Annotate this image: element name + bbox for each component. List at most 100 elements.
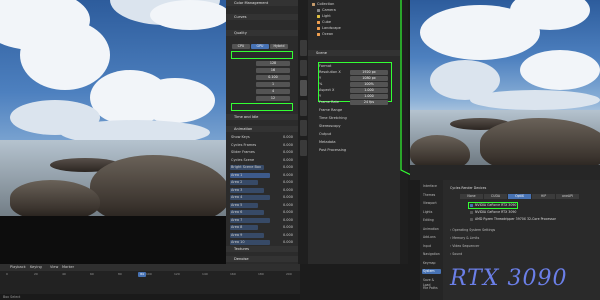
device-tab-none[interactable]: None [460,194,483,199]
viewport-left[interactable] [0,0,226,264]
frame-ruler[interactable]: 0 20 40 60 80 100 120 140 160 180 200 [0,272,300,278]
props-row[interactable]: Time Stretching [318,116,396,121]
anim-list-item[interactable]: Area 6 0.000 [230,210,294,215]
system-section[interactable]: › Video Sequencer [450,244,479,248]
render-tab-gpu[interactable]: GPU [251,44,269,49]
props-row[interactable]: Output [318,132,396,137]
props-list[interactable]: Format Resolution X 1920 px Y 1080 px% 100% As… [318,64,396,254]
anim-list-item[interactable]: Cycles Scene 0.000 [230,158,294,163]
properties-tab-strip[interactable] [298,0,308,264]
outliner-item[interactable]: Collection [312,2,396,7]
device-tab-oneapi[interactable]: oneAPI [556,194,579,199]
pref-nav-keymap[interactable]: Keymap [422,261,441,266]
device-tab-cuda[interactable]: CUDA [484,194,507,199]
anim-list-item[interactable]: Cycles Frames 0.000 [230,143,294,148]
properties-tab-strip[interactable] [400,0,408,264]
props-row[interactable]: Format [318,64,396,69]
anim-list-item[interactable]: Area 4 0.000 [230,195,294,200]
anim-list-item[interactable]: Slider Frames 0.000 [230,150,294,155]
tab-world[interactable] [299,120,307,136]
sample-field[interactable]: 16 [256,68,290,73]
sample-field[interactable]: 128 [256,61,290,66]
preferences-sidebar[interactable]: Interface Themes Viewport Lights Editing Anim… [420,180,443,300]
section-header[interactable]: Quality [226,30,298,36]
props-value-field[interactable]: 1.000 [350,88,388,93]
pref-nav-editing[interactable]: Editing [422,218,441,223]
pref-nav-file-paths[interactable]: File Paths [422,286,441,291]
anim-list-item[interactable]: Area 1 0.000 [230,173,294,178]
props-row[interactable]: Frame Range [318,108,396,113]
anim-list-item[interactable]: Area 3 0.000 [230,188,294,193]
timeline[interactable]: Playback Keying View Marker 0 20 40 60 80 100… [0,264,300,300]
tab-view-layer[interactable] [299,80,307,96]
render-tab-hybrid[interactable]: Hybrid [270,44,288,49]
tab-scene[interactable] [299,100,307,116]
outliner-item[interactable]: Landscape [317,26,396,31]
pref-nav-themes[interactable]: Themes [422,193,441,198]
section-header[interactable]: Textures [226,246,298,252]
pref-nav-animation[interactable]: Animation [422,227,441,232]
outliner-item[interactable]: Cube [317,20,396,25]
section-header[interactable]: Time and Idle [226,114,298,120]
outliner-list[interactable]: Collection Camera Light Cube Landscape Ocean [312,2,398,38]
device-tab-hip[interactable]: HIP [532,194,555,199]
animation-list[interactable]: Show Keys 0.000 Cycles Frames 0.000 Slider F… [230,135,294,255]
outliner-item[interactable]: Ocean [317,32,396,37]
pref-nav-navigation[interactable]: Navigation [422,252,441,257]
props-row[interactable]: Stereoscopy [318,124,396,129]
pref-nav-add-ons[interactable]: Add-ons [422,235,441,240]
current-frame-indicator[interactable]: 84 [138,272,146,277]
section-header[interactable]: Curves [226,14,298,20]
props-value-field[interactable]: 1.000 [350,94,388,99]
scene-properties[interactable]: Scene Format Resolution X 1920 px Y 1080 px%… [308,40,400,264]
system-section[interactable]: › Operating System Settings [450,228,495,232]
props-value-field[interactable]: 1920 px [350,70,388,75]
pref-nav-input[interactable]: Input [422,244,441,249]
pref-nav-viewport[interactable]: Viewport [422,201,441,206]
section-header[interactable]: Color Management [226,0,298,6]
outliner-item[interactable]: Camera [317,8,396,13]
anim-list-item[interactable]: Area 9 0.000 [230,233,294,238]
pref-nav-save-load[interactable]: Save & Load [422,278,441,287]
anim-list-item[interactable]: Area 2 0.000 [230,180,294,185]
device-checkbox[interactable] [470,211,473,214]
pref-nav-lights[interactable]: Lights [422,210,441,215]
sample-field[interactable]: 0.100 [256,75,290,80]
props-row[interactable]: Metadata [318,140,396,145]
menu-view[interactable]: View [50,265,58,270]
sample-field[interactable]: 1 [256,82,290,87]
tab-object[interactable] [299,140,307,156]
system-section[interactable]: › Sound [450,252,462,256]
menu-keying[interactable]: Keying [30,265,42,270]
anim-list-item[interactable]: Show Keys 0.000 [230,135,294,140]
props-row[interactable]: Post Processing [318,148,396,153]
props-value-field[interactable]: 1080 px [350,76,388,81]
tab-render[interactable] [299,40,307,56]
anim-list-item[interactable]: Bright Scene Box 0.000 [230,165,294,170]
preferences-window[interactable]: Interface Themes Viewport Lights Editing Anim… [420,180,600,300]
section-header[interactable]: Animation [226,126,298,132]
pref-nav-system[interactable]: System [422,269,441,274]
render-tab-cpu[interactable]: CPU [232,44,250,49]
outliner[interactable]: Collection Camera Light Cube Landscape Ocean [308,0,400,40]
anim-list-item[interactable]: Area 7 0.000 [230,218,294,223]
props-value-field[interactable]: 24 fps [350,100,388,105]
menu-marker[interactable]: Marker [62,265,74,270]
props-value-field[interactable]: 100% [350,82,388,87]
outliner-item[interactable]: Light [317,14,396,19]
viewport-right[interactable] [410,0,600,165]
system-section[interactable]: › Memory & Limits [450,236,479,240]
pref-nav-interface[interactable]: Interface [422,184,441,189]
device-checkbox[interactable] [470,218,473,221]
device-tab-optix[interactable]: OptiX [508,194,531,199]
device-checkbox[interactable] [470,204,473,207]
sample-field[interactable]: 12 [256,96,290,101]
section-header[interactable]: Denoise [226,256,298,262]
render-properties-panel[interactable]: Color Management Curves Quality CPU GPU … [226,0,298,264]
anim-list-item[interactable]: Area 10 0.000 [230,240,294,245]
anim-list-item[interactable]: Area 5 0.000 [230,203,294,208]
menu-playback[interactable]: Playback [10,265,26,270]
sample-field[interactable]: 4 [256,89,290,94]
tab-output[interactable] [299,60,307,76]
anim-list-item[interactable]: Area 8 0.000 [230,225,294,230]
